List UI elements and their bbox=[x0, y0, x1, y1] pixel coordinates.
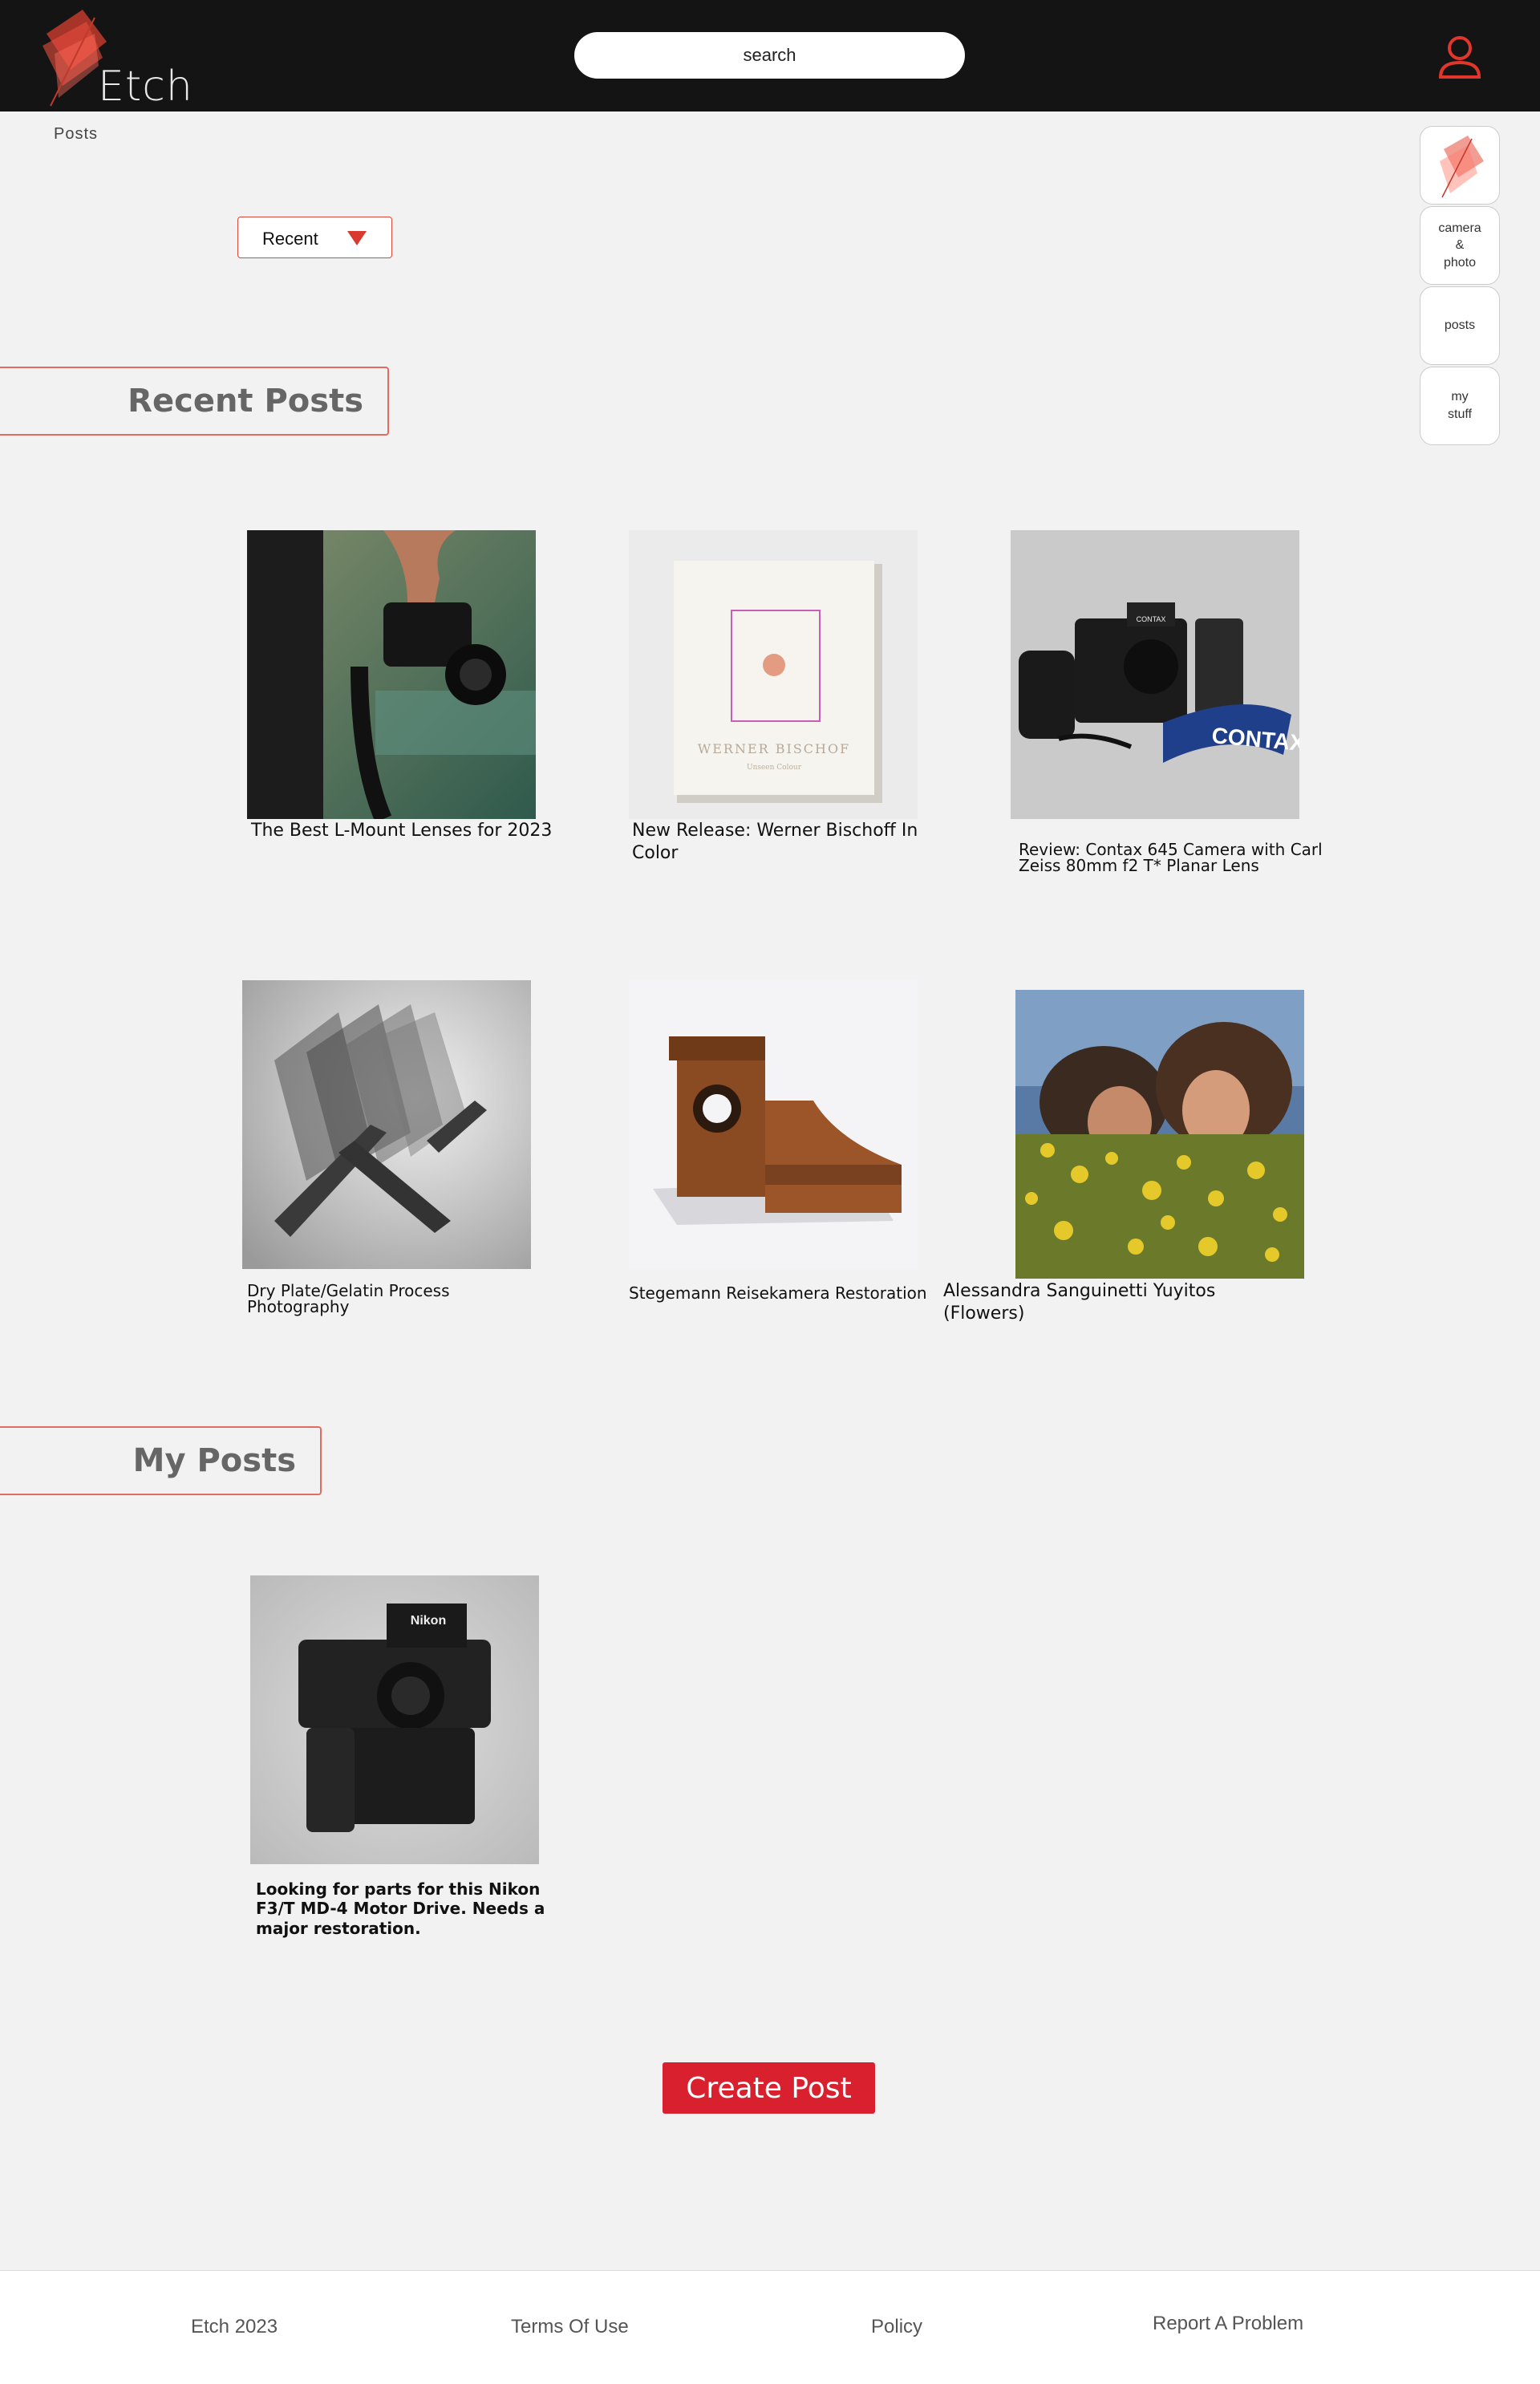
post-caption[interactable]: Review: Contax 645 Camera with Carl Zeis… bbox=[1019, 841, 1323, 874]
post-thumbnail[interactable] bbox=[1015, 990, 1304, 1279]
post-caption[interactable]: Dry Plate/Gelatin Process Photography bbox=[247, 1283, 552, 1315]
side-nav-my-stuff-label: my stuff bbox=[1448, 390, 1472, 421]
side-nav-posts-label: posts bbox=[1444, 318, 1476, 333]
post-caption[interactable]: Looking for parts for this Nikon F3/T MD… bbox=[256, 1879, 553, 1938]
my-posts-heading: My Posts bbox=[0, 1426, 322, 1495]
book-title: WERNER BISCHOF bbox=[698, 741, 850, 756]
sort-selected-label: Recent bbox=[262, 229, 318, 249]
post-caption[interactable]: New Release: Werner Bischoff In Color bbox=[632, 820, 937, 864]
side-nav-home[interactable] bbox=[1420, 126, 1500, 205]
book-cover-image: WERNER BISCHOF Unseen Colour bbox=[629, 530, 918, 819]
post-caption[interactable]: Alessandra Sanguinetti Yuyitos (Flowers) bbox=[943, 1280, 1280, 1324]
side-nav-camera-photo[interactable]: camera & photo bbox=[1420, 206, 1500, 285]
post-thumbnail[interactable] bbox=[247, 530, 536, 819]
post-caption[interactable]: The Best L-Mount Lenses for 2023 bbox=[251, 820, 556, 842]
post-thumbnail[interactable]: WERNER BISCHOF Unseen Colour bbox=[629, 530, 918, 819]
post-thumbnail[interactable]: CONTAX CONTAX bbox=[1011, 530, 1299, 819]
footer: Etch 2023 Terms Of Use Policy Report A P… bbox=[0, 2270, 1540, 2384]
book-subtitle: Unseen Colour bbox=[747, 764, 802, 772]
glass-plates-image bbox=[242, 980, 531, 1269]
logo-text[interactable]: Etch bbox=[98, 63, 193, 111]
search-input[interactable]: search bbox=[574, 32, 965, 79]
user-icon[interactable] bbox=[1436, 34, 1484, 80]
etch-logo-icon bbox=[1440, 136, 1484, 198]
nikon-f3-image: Nikon bbox=[250, 1575, 539, 1864]
footer-terms-link[interactable]: Terms Of Use bbox=[511, 2316, 629, 2338]
sort-dropdown[interactable]: Recent bbox=[237, 217, 392, 258]
footer-copyright: Etch 2023 bbox=[191, 2316, 278, 2337]
side-nav-camera-photo-label: camera & photo bbox=[1438, 221, 1481, 270]
nikon-label: Nikon bbox=[411, 1614, 446, 1628]
post-thumbnail[interactable]: Nikon bbox=[250, 1575, 539, 1864]
footer-policy-link[interactable]: Policy bbox=[871, 2316, 922, 2338]
contax-label: CONTAX bbox=[1137, 615, 1166, 623]
footer-report-link[interactable]: Report A Problem bbox=[1153, 2313, 1303, 2335]
post-caption[interactable]: Stegemann Reisekamera Restoration bbox=[629, 1285, 934, 1301]
hand-camera-image bbox=[247, 530, 536, 819]
breadcrumb[interactable]: Posts bbox=[54, 125, 98, 144]
contax-camera-image: CONTAX CONTAX bbox=[1011, 530, 1299, 819]
girls-in-flowers-image bbox=[1015, 990, 1304, 1279]
side-nav: camera & photo posts my stuff bbox=[1420, 126, 1500, 447]
side-nav-posts[interactable]: posts bbox=[1420, 286, 1500, 365]
create-post-button[interactable]: Create Post bbox=[663, 2062, 875, 2114]
side-nav-my-stuff[interactable]: my stuff bbox=[1420, 367, 1500, 445]
wooden-camera-image bbox=[629, 980, 918, 1269]
post-thumbnail[interactable] bbox=[242, 980, 531, 1269]
post-thumbnail[interactable] bbox=[629, 980, 918, 1269]
chevron-down-icon bbox=[347, 231, 367, 245]
recent-posts-heading: Recent Posts bbox=[0, 367, 389, 436]
